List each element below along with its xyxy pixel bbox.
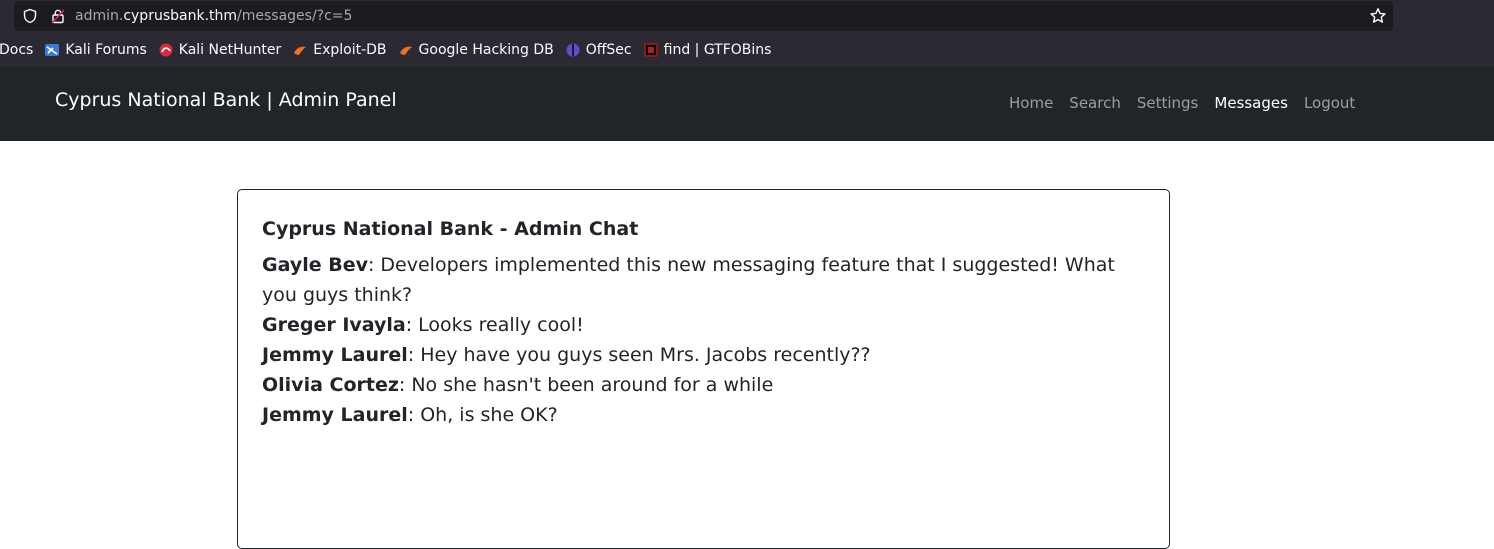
lock-icon[interactable] [50,8,66,24]
ghdb-icon [399,46,412,55]
nav-link-settings[interactable]: Settings [1129,94,1207,112]
nav-link-messages[interactable]: Messages [1206,94,1296,112]
bookmark-label: find | GTFOBins [663,42,772,58]
kali-forums-icon [45,44,60,56]
message-text: : Oh, is she OK? [407,404,558,426]
bookmark-star-icon[interactable] [1369,7,1387,25]
url-text[interactable]: admin.cyprusbank.thm/messages/?c=5 [75,8,352,24]
bookmark-label: Kali Forums [65,42,147,58]
chat-message: Gayle Bev: Developers implemented this n… [262,250,1147,310]
browser-chrome: admin.cyprusbank.thm/messages/?c=5 Docs … [0,0,1494,67]
nav-link-home[interactable]: Home [1001,94,1061,112]
offsec-icon [566,43,580,57]
bookmark-label: Exploit-DB [313,42,387,58]
bookmark-label: OffSec [585,42,632,58]
site-navbar: Cyprus National Bank | Admin Panel Home … [0,67,1494,141]
message-author: Jemmy Laurel [262,404,408,426]
chat-messages: Gayle Bev: Developers implemented this n… [262,250,1147,430]
bookmark-label: Kali NetHunter [178,42,282,58]
bookmark-label: Google Hacking DB [418,42,554,58]
shield-icon[interactable] [22,8,38,24]
message-text: : No she hasn't been around for a while [398,374,774,396]
bookmark-gtfobins[interactable]: find | GTFOBins [643,42,772,58]
message-author: Olivia Cortez [262,374,399,396]
bookmarks-toolbar: Docs Kali Forums Kali NetHunter Exploit-… [0,38,783,62]
chat-message: Olivia Cortez: No she hasn't been around… [262,370,1147,400]
url-path: /messages/?c=5 [237,8,353,24]
message-text: : Developers implemented this new messag… [262,254,1115,306]
chat-message: Jemmy Laurel: Hey have you guys seen Mrs… [262,340,1147,370]
chat-card: Cyprus National Bank - Admin Chat Gayle … [237,189,1170,549]
chat-title: Cyprus National Bank - Admin Chat [262,218,639,240]
message-text: : Looks really cool! [405,314,584,336]
bookmark-google-hacking-db[interactable]: Google Hacking DB [399,42,554,58]
kali-nethunter-icon [159,43,173,57]
message-author: Greger Ivayla [262,314,406,336]
navbar-brand[interactable]: Cyprus National Bank | Admin Panel [55,89,397,111]
gtfobins-icon [643,43,658,57]
chat-message: Jemmy Laurel: Oh, is she OK? [262,400,1147,430]
bookmark-kali-nethunter[interactable]: Kali NetHunter [159,42,281,58]
bookmark-docs[interactable]: Docs [0,42,33,58]
bookmark-kali-forums[interactable]: Kali Forums [45,42,147,58]
message-author: Jemmy Laurel [262,344,408,366]
navbar-links: Home Search Settings Messages Logout [1001,94,1363,112]
bookmark-exploit-db[interactable]: Exploit-DB [293,42,387,58]
address-bar[interactable]: admin.cyprusbank.thm/messages/?c=5 [14,1,1393,31]
url-host: cyprusbank.thm [123,8,238,24]
bookmark-offsec[interactable]: OffSec [566,42,632,58]
url-prefix: admin. [75,8,124,24]
exploit-db-icon [294,46,307,55]
nav-link-logout[interactable]: Logout [1296,94,1363,112]
chat-message: Greger Ivayla: Looks really cool! [262,310,1147,340]
bookmark-label: Docs [0,42,34,58]
nav-link-search[interactable]: Search [1061,94,1129,112]
message-text: : Hey have you guys seen Mrs. Jacobs rec… [407,344,871,366]
message-author: Gayle Bev [262,254,368,276]
